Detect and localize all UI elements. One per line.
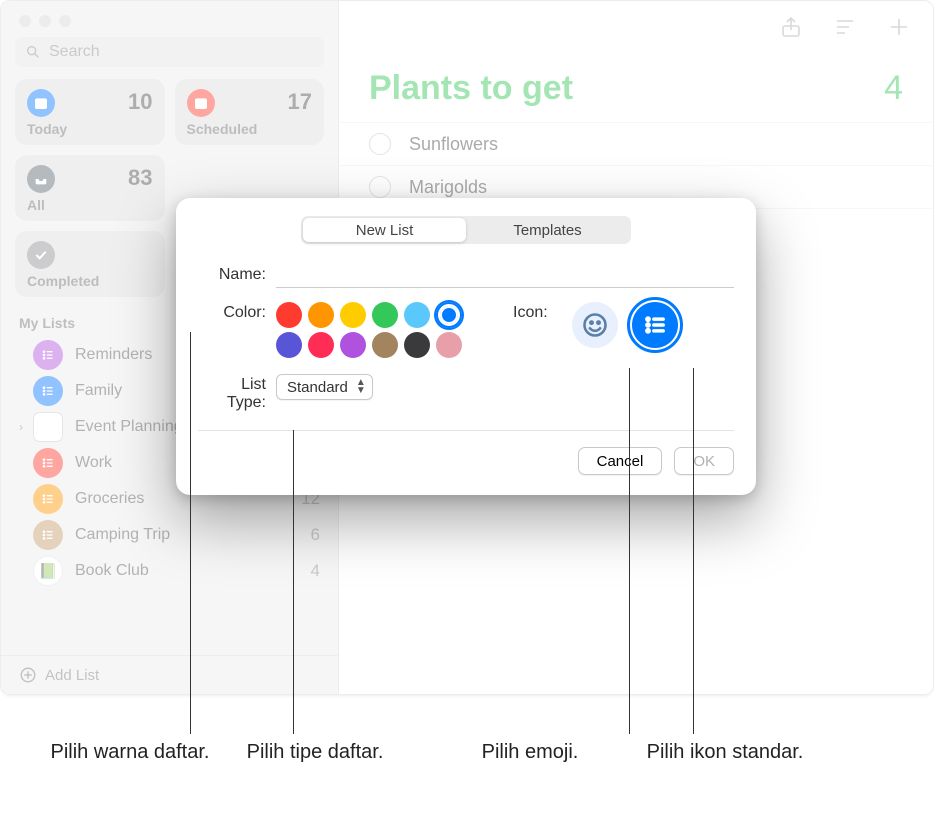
name-row: Name: (198, 264, 734, 288)
smart-all-label: All (27, 197, 153, 213)
list-icon (33, 376, 63, 406)
page-title: Plants to get (369, 69, 573, 108)
list-icon (33, 340, 63, 370)
add-list-label: Add List (45, 667, 99, 684)
details-icon[interactable] (833, 15, 857, 39)
toolbar (339, 1, 933, 39)
new-list-dialog: New List Templates Name: Color: Icon: Li… (176, 198, 756, 495)
name-input[interactable] (276, 264, 734, 288)
smart-scheduled[interactable]: 17 Scheduled (175, 79, 325, 145)
color-swatch[interactable] (308, 332, 334, 358)
list-count: 4 (884, 69, 903, 108)
color-swatch[interactable] (276, 302, 302, 328)
list-type-row: List Type: Standard ▲▼ (198, 374, 734, 431)
list-name: Camping Trip (75, 526, 296, 544)
smart-scheduled-label: Scheduled (187, 121, 313, 137)
tab-new-list[interactable]: New List (303, 218, 466, 242)
list-icon (33, 448, 63, 478)
share-icon[interactable] (779, 15, 803, 39)
icon-label: Icon: (513, 302, 558, 348)
list-name: Book Club (75, 562, 296, 580)
close-icon[interactable] (19, 15, 31, 27)
list-type-select[interactable]: Standard ▲▼ (276, 374, 373, 400)
smart-today-count: 10 (128, 89, 152, 115)
list-type-value: Standard (287, 379, 348, 396)
dialog-tabs: New List Templates (301, 216, 631, 244)
color-swatch[interactable] (308, 302, 334, 328)
color-swatch[interactable] (404, 302, 430, 328)
window-controls (1, 1, 338, 37)
ok-button[interactable]: OK (674, 447, 734, 475)
smiley-icon (581, 311, 609, 339)
color-swatch[interactable] (436, 302, 462, 328)
tray-icon (27, 165, 55, 193)
complete-toggle[interactable] (369, 176, 391, 198)
color-swatches (276, 302, 464, 358)
plus-circle-icon (19, 666, 37, 684)
search-icon (25, 44, 41, 60)
list-icon (33, 520, 63, 550)
callout-type: Pilih tipe daftar. (240, 740, 390, 765)
reminder-text: Marigolds (409, 177, 487, 198)
color-swatch[interactable] (372, 302, 398, 328)
search-input[interactable]: Search (15, 37, 324, 67)
check-icon (27, 241, 55, 269)
callout-color: Pilih warna daftar. (40, 740, 220, 765)
smart-scheduled-count: 17 (288, 89, 312, 115)
search-placeholder: Search (49, 43, 100, 61)
color-swatch[interactable] (340, 332, 366, 358)
smart-completed[interactable]: Completed (15, 231, 165, 297)
color-swatch[interactable] (276, 332, 302, 358)
sidebar-list-item[interactable]: ›📗Book Club4 (1, 553, 338, 589)
callout-standard: Pilih ikon standar. (640, 740, 810, 765)
list-header: Plants to get 4 (339, 39, 933, 122)
callout-emoji: Pilih emoji. (440, 740, 620, 765)
add-list-button[interactable]: Add List (1, 655, 338, 694)
standard-icon-picker[interactable] (632, 302, 678, 348)
list-icon (33, 412, 63, 442)
reminder-item[interactable]: Sunflowers (339, 122, 933, 165)
smart-today[interactable]: 10 Today (15, 79, 165, 145)
list-count: 6 (296, 525, 320, 545)
calendar-icon (187, 89, 215, 117)
list-type-label: List Type: (198, 374, 276, 412)
calendar-icon (27, 89, 55, 117)
reminder-list: Sunflowers Marigolds (339, 122, 933, 209)
smart-all-count: 83 (128, 165, 152, 191)
color-swatch[interactable] (340, 302, 366, 328)
emoji-icon-picker[interactable] (572, 302, 618, 348)
color-label: Color: (198, 302, 276, 358)
smart-today-label: Today (27, 121, 153, 137)
color-swatch[interactable] (436, 332, 462, 358)
color-icon-row: Color: Icon: (198, 302, 734, 358)
reminder-text: Sunflowers (409, 134, 498, 155)
minimize-icon[interactable] (39, 15, 51, 27)
icon-block: Icon: (513, 302, 734, 348)
color-swatch[interactable] (404, 332, 430, 358)
smart-completed-label: Completed (27, 273, 153, 289)
list-icon: 📗 (33, 556, 63, 586)
color-swatch[interactable] (372, 332, 398, 358)
add-icon[interactable] (887, 15, 911, 39)
list-icon (33, 484, 63, 514)
zoom-icon[interactable] (59, 15, 71, 27)
name-label: Name: (198, 264, 276, 284)
color-block: Color: (198, 302, 464, 358)
list-bullet-icon (641, 311, 669, 339)
chevron-right-icon: › (19, 420, 31, 434)
smart-all[interactable]: 83 All (15, 155, 165, 221)
list-count: 4 (296, 561, 320, 581)
dialog-buttons: Cancel OK (198, 447, 734, 475)
updown-icon: ▲▼ (356, 379, 366, 395)
tab-templates[interactable]: Templates (466, 218, 629, 242)
cancel-button[interactable]: Cancel (578, 447, 663, 475)
complete-toggle[interactable] (369, 133, 391, 155)
sidebar-list-item[interactable]: ›Camping Trip6 (1, 517, 338, 553)
